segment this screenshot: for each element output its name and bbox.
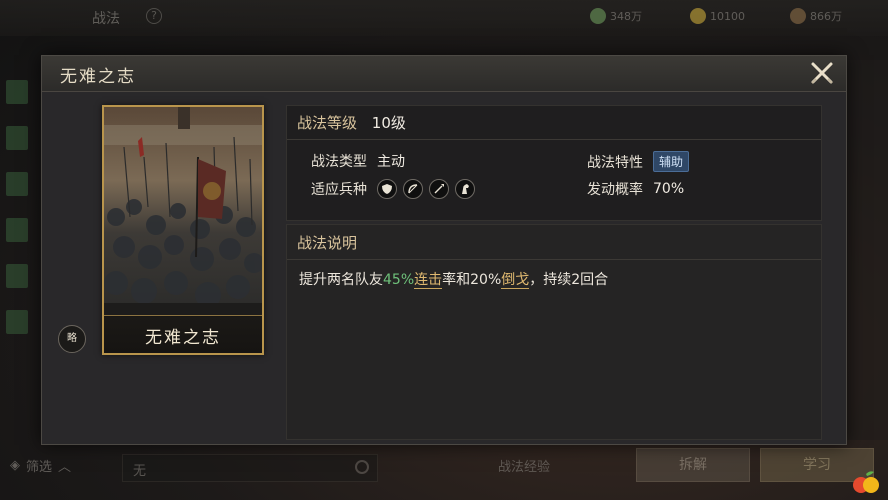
troop-types-row: 适应兵种 [311, 179, 475, 199]
activation-chance-value: 70% [653, 181, 685, 197]
activation-chance-label: 发动概率 [587, 182, 643, 198]
card-name: 无难之志 [145, 328, 221, 348]
search-icon[interactable] [355, 460, 369, 474]
modal-title: 无难之志 [60, 67, 136, 87]
skill-description-panel: 战法说明 提升两名队友45%连击率和20%倒戈，持续2回合 [286, 224, 822, 440]
combo-percent: 45% [383, 272, 415, 288]
skill-type-value: 主动 [377, 154, 405, 170]
divider [287, 139, 821, 140]
background-top-bar [0, 0, 888, 36]
background-page-title: 战法 [92, 11, 120, 27]
resource-value: 10100 [710, 9, 745, 23]
filter-button[interactable]: ◈ 筛选 ︿ [10, 456, 71, 475]
bow-icon [403, 179, 423, 199]
filter-icon: ◈ [10, 458, 20, 473]
activation-chance-row: 发动概率 70% [587, 179, 684, 199]
skill-card: 无难之志 [102, 105, 264, 355]
strategy-tag-icon: 略 [58, 325, 86, 353]
background-bottom-bar: ◈ 筛选 ︿ 无 战法经验 拆解 学习 [0, 448, 888, 500]
skill-level-row: 战法等级 10级 [297, 112, 406, 133]
battle-art-image [104, 107, 262, 317]
skill-type-label: 战法类型 [311, 154, 367, 170]
gold-icon [690, 8, 706, 24]
watermark-logo [850, 470, 882, 496]
divider [287, 259, 821, 260]
help-icon[interactable]: ? [146, 8, 162, 24]
description-part: ，持续2回合 [529, 272, 609, 288]
spear-icon [429, 179, 449, 199]
skill-trait-row: 战法特性 辅助 [587, 151, 690, 172]
betray-percent: 20% [470, 272, 502, 288]
modal-header: 无难之志 [42, 56, 846, 92]
resource-value: 348万 [610, 10, 642, 23]
skill-type-row: 战法类型 主动 [311, 151, 405, 171]
close-button[interactable] [808, 59, 836, 87]
bronze-icon [790, 8, 806, 24]
betray-term-link[interactable]: 倒戈 [501, 272, 530, 289]
card-name-bar: 无难之志 [104, 315, 262, 353]
shield-icon [377, 179, 397, 199]
resource-bronze: 866万 [790, 8, 842, 24]
chevron-up-icon: ︿ [58, 460, 72, 475]
troop-icons [377, 179, 475, 199]
search-value: 无 [133, 464, 147, 479]
close-icon [811, 62, 833, 84]
resource-copper: 348万 [590, 8, 642, 24]
description-header: 战法说明 [297, 234, 358, 252]
skill-attributes-panel: 战法等级 10级 战法类型 主动 战法特性 辅助 适应兵种 发动概率 70% [286, 105, 822, 221]
description-text: 提升两名队友45%连击率和20%倒戈，持续2回合 [299, 269, 608, 289]
background-left-list [4, 58, 34, 438]
background-right-panel [846, 60, 888, 440]
skill-level-value: 10级 [371, 114, 406, 132]
description-part: 率和 [442, 272, 471, 288]
filter-label: 筛选 [26, 460, 53, 475]
description-part: 提升两名队友 [299, 272, 383, 288]
troop-types-label: 适应兵种 [311, 182, 367, 198]
search-input[interactable]: 无 [122, 454, 378, 482]
skill-detail-modal: 无难之志 无难之志 略 战法等级 10级 战法类型 主动 战法特性 辅助 适应兵… [41, 55, 847, 445]
skill-trait-label: 战法特性 [587, 154, 643, 171]
combo-term-link[interactable]: 连击 [414, 272, 443, 289]
dismantle-button[interactable]: 拆解 [636, 448, 750, 482]
resource-value: 866万 [810, 10, 842, 23]
skill-trait-badge: 辅助 [653, 151, 690, 172]
resource-gold: 10100 [690, 8, 745, 24]
horse-icon [455, 179, 475, 199]
record-button[interactable]: 战法经验 [498, 456, 550, 475]
skill-level-label: 战法等级 [297, 114, 358, 132]
copper-icon [590, 8, 606, 24]
